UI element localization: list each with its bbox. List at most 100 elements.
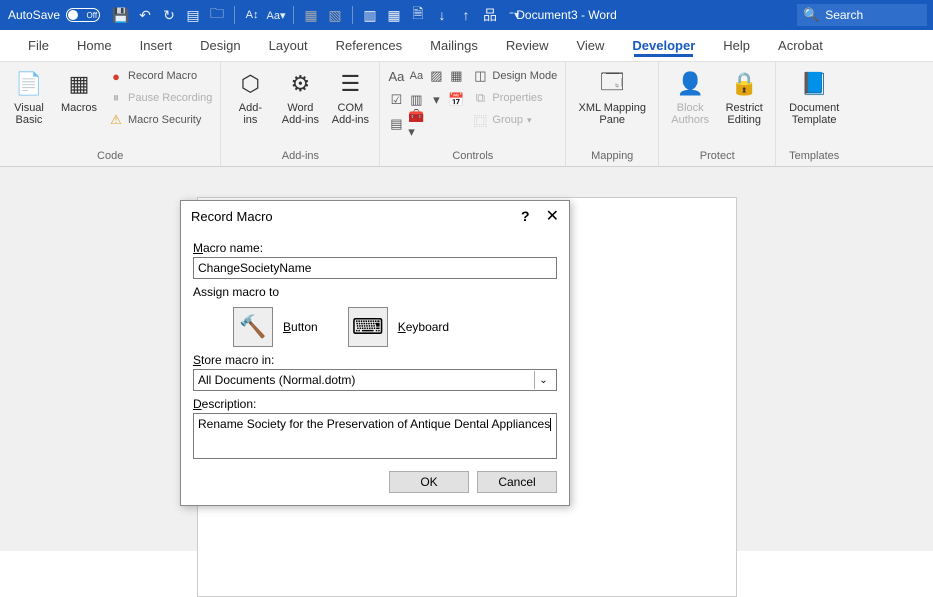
arrow-up-icon[interactable]: ↑ <box>455 4 477 26</box>
macros-button[interactable]: ▦ Macros <box>56 66 102 114</box>
tab-mailings[interactable]: Mailings <box>416 30 492 61</box>
arrow-down-icon[interactable]: ↓ <box>431 4 453 26</box>
design-mode-button[interactable]: ◫ Design Mode <box>470 66 559 86</box>
search-icon: 🔍 <box>803 7 819 23</box>
tab-file[interactable]: File <box>14 30 63 61</box>
save-icon[interactable]: 💾 <box>110 4 132 26</box>
macro-security-button[interactable]: ⚠ Macro Security <box>106 110 214 130</box>
tab-view[interactable]: View <box>562 30 618 61</box>
qat-icon[interactable]: ▦ <box>300 4 322 26</box>
tab-design[interactable]: Design <box>186 30 254 61</box>
keyboard-icon: ⌨ <box>348 307 388 347</box>
repeating-icon[interactable]: ▤ <box>388 116 404 132</box>
group-mapping: 🗔 XML Mapping Pane Mapping <box>566 62 659 166</box>
group-button: ⿴ Group ▾ <box>470 110 559 130</box>
security-icon: ⚠ <box>108 112 124 128</box>
autosave-toggle[interactable]: Off <box>66 8 100 22</box>
dialog-titlebar[interactable]: Record Macro ? ✕ <box>181 201 569 231</box>
cancel-button[interactable]: Cancel <box>477 471 557 493</box>
autosave-control[interactable]: AutoSave Off <box>8 8 100 22</box>
redo-icon[interactable]: ↻ <box>158 4 180 26</box>
group-label: Code <box>6 148 214 166</box>
ribbon-tabs: File Home Insert Design Layout Reference… <box>0 30 933 62</box>
macro-name-input[interactable] <box>193 257 557 279</box>
assign-button-option[interactable]: 🔨 Button <box>233 307 318 347</box>
record-macro-dialog: Record Macro ? ✕ Macro name: Assign macr… <box>180 200 570 506</box>
group-icon: ⿴ <box>472 112 488 128</box>
tab-home[interactable]: Home <box>63 30 126 61</box>
qat-icon[interactable]: ▦ <box>383 4 405 26</box>
tab-insert[interactable]: Insert <box>126 30 187 61</box>
group-code: 📄 Visual Basic ▦ Macros ● Record Macro ⏸… <box>0 62 221 166</box>
xml-mapping-button[interactable]: 🗔 XML Mapping Pane <box>572 66 652 126</box>
qat-icon[interactable]: ▥ <box>359 4 381 26</box>
checkbox-icon[interactable]: ☑ <box>388 92 404 108</box>
hammer-icon: 🔨 <box>233 307 273 347</box>
addins-button[interactable]: ⬡ Add- ins <box>227 66 273 126</box>
dropdown-icon[interactable]: ▾ <box>428 92 444 108</box>
group-label: Add-ins <box>227 148 373 166</box>
search-box[interactable]: 🔍 Search <box>797 4 927 26</box>
group-label: Controls <box>386 148 559 166</box>
group-protect: 👤 Block Authors 🔒 Restrict Editing Prote… <box>659 62 776 166</box>
ribbon: 📄 Visual Basic ▦ Macros ● Record Macro ⏸… <box>0 62 933 167</box>
block-authors-button: 👤 Block Authors <box>665 66 715 126</box>
store-macro-label: Store macro in: <box>193 353 557 367</box>
word-addins-icon: ⚙ <box>284 68 316 100</box>
com-addins-icon: ☰ <box>334 68 366 100</box>
qat-icon[interactable]: ▧ <box>324 4 346 26</box>
help-button[interactable]: ? <box>521 208 530 224</box>
tab-review[interactable]: Review <box>492 30 563 61</box>
change-case-icon[interactable]: Aa▾ <box>265 4 287 26</box>
tab-help[interactable]: Help <box>709 30 764 61</box>
qat-icon[interactable]: 🗎 <box>407 4 429 26</box>
ok-button[interactable]: OK <box>389 471 469 493</box>
word-addins-button[interactable]: ⚙ Word Add-ins <box>277 66 323 126</box>
dialog-title: Record Macro <box>191 209 273 224</box>
pause-recording-button: ⏸ Pause Recording <box>106 88 214 108</box>
record-macro-button[interactable]: ● Record Macro <box>106 66 214 86</box>
date-picker-icon[interactable]: 📅 <box>448 92 464 108</box>
combobox-icon[interactable]: ▥ <box>408 92 424 108</box>
macros-icon: ▦ <box>63 68 95 100</box>
assign-macro-label: Assign macro to <box>193 285 557 299</box>
font-size-icon[interactable]: A↕ <box>241 4 263 26</box>
macro-name-label: Macro name: <box>193 241 557 255</box>
pause-icon: ⏸ <box>108 90 124 106</box>
store-macro-value: All Documents (Normal.dotm) <box>198 373 355 387</box>
undo-icon[interactable]: ↶ <box>134 4 156 26</box>
close-button[interactable]: ✕ <box>546 206 559 226</box>
tab-references[interactable]: References <box>322 30 416 61</box>
rich-text-icon[interactable]: Aa <box>388 68 404 84</box>
hierarchy-icon[interactable]: 品 <box>479 4 501 26</box>
legacy-tools-icon[interactable]: 🧰▾ <box>408 116 424 132</box>
title-bar: AutoSave Off 💾 ↶ ↻ ▤ 🗀 A↕ Aa▾ ▦ ▧ ▥ ▦ 🗎 … <box>0 0 933 30</box>
description-input[interactable]: Rename Society for the Preservation of A… <box>193 413 557 459</box>
tab-acrobat[interactable]: Acrobat <box>764 30 837 61</box>
tab-layout[interactable]: Layout <box>255 30 322 61</box>
autosave-label: AutoSave <box>8 8 60 22</box>
com-addins-button[interactable]: ☰ COM Add-ins <box>327 66 373 126</box>
qat-icon[interactable]: ▤ <box>182 4 204 26</box>
addins-icon: ⬡ <box>234 68 266 100</box>
picture-icon[interactable]: ▨ <box>428 68 444 84</box>
visual-basic-button[interactable]: 📄 Visual Basic <box>6 66 52 126</box>
group-label: Templates <box>782 148 846 166</box>
store-macro-select[interactable]: All Documents (Normal.dotm) ⌄ <box>193 369 557 391</box>
document-template-button[interactable]: 📘 Document Template <box>782 66 846 126</box>
group-templates: 📘 Document Template Templates <box>776 62 852 166</box>
properties-button: ⧉ Properties <box>470 88 559 108</box>
assign-keyboard-option[interactable]: ⌨ Keyboard <box>348 307 449 347</box>
chevron-down-icon[interactable]: ⌄ <box>534 371 552 389</box>
visual-basic-icon: 📄 <box>13 68 45 100</box>
plain-text-icon[interactable]: Aa <box>408 68 424 84</box>
qat-icon[interactable]: 🗀 <box>206 4 228 26</box>
design-mode-icon: ◫ <box>472 68 488 84</box>
tab-developer[interactable]: Developer <box>618 30 709 61</box>
building-blocks-icon[interactable]: ▦ <box>448 68 464 84</box>
properties-icon: ⧉ <box>472 90 488 106</box>
restrict-editing-button[interactable]: 🔒 Restrict Editing <box>719 66 769 126</box>
search-placeholder: Search <box>825 8 863 22</box>
block-authors-icon: 👤 <box>674 68 706 100</box>
group-label: Mapping <box>572 148 652 166</box>
